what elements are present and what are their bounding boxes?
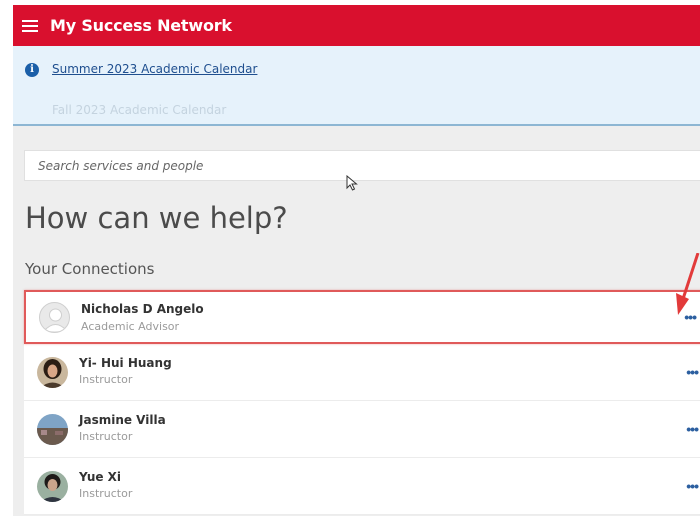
connection-item-jasmine[interactable]: Jasmine Villa Instructor ••• (24, 401, 700, 458)
info-icon: i (25, 63, 39, 77)
more-options-icon[interactable]: ••• (686, 364, 699, 380)
search-placeholder: Search services and people (38, 158, 204, 173)
page-heading: How can we help? (25, 201, 288, 235)
avatar-placeholder-icon (39, 301, 70, 333)
connection-item-yi-hui[interactable]: Yi- Hui Huang Instructor ••• (24, 344, 700, 401)
connection-name: Yue Xi (79, 470, 122, 484)
connection-name: Yi- Hui Huang (79, 356, 172, 370)
connections-heading: Your Connections (25, 260, 155, 278)
connection-name: Nicholas D Angelo (81, 302, 204, 316)
summer-calendar-link[interactable]: Summer 2023 Academic Calendar (52, 62, 257, 76)
more-options-icon[interactable]: ••• (686, 421, 699, 437)
avatar (37, 356, 68, 388)
connection-role: Academic Advisor (81, 320, 180, 333)
connection-item-yue-xi[interactable]: Yue Xi Instructor ••• (24, 458, 700, 515)
more-options-icon[interactable]: ••• (686, 478, 699, 494)
top-bar: My Success Network (13, 5, 700, 46)
connection-role: Instructor (79, 373, 133, 386)
hamburger-menu-icon[interactable] (22, 19, 38, 32)
search-input[interactable]: Search services and people (24, 150, 700, 181)
fall-calendar-link[interactable]: Fall 2023 Academic Calendar (52, 103, 226, 117)
connection-role: Instructor (79, 487, 133, 500)
connection-name: Jasmine Villa (79, 413, 166, 427)
app-frame: My Success Network i Summer 2023 Academi… (13, 5, 700, 516)
annotation-arrow-icon (676, 253, 700, 315)
mouse-pointer-icon (346, 175, 358, 191)
app-title: My Success Network (50, 16, 232, 35)
connection-item-nicholas[interactable]: Nicholas D Angelo Academic Advisor ••• (24, 290, 700, 344)
avatar (37, 413, 68, 445)
connections-list: Nicholas D Angelo Academic Advisor ••• Y… (24, 290, 700, 515)
connection-role: Instructor (79, 430, 133, 443)
avatar (37, 470, 68, 502)
announcement-banner: i Summer 2023 Academic Calendar Fall 202… (13, 46, 700, 126)
